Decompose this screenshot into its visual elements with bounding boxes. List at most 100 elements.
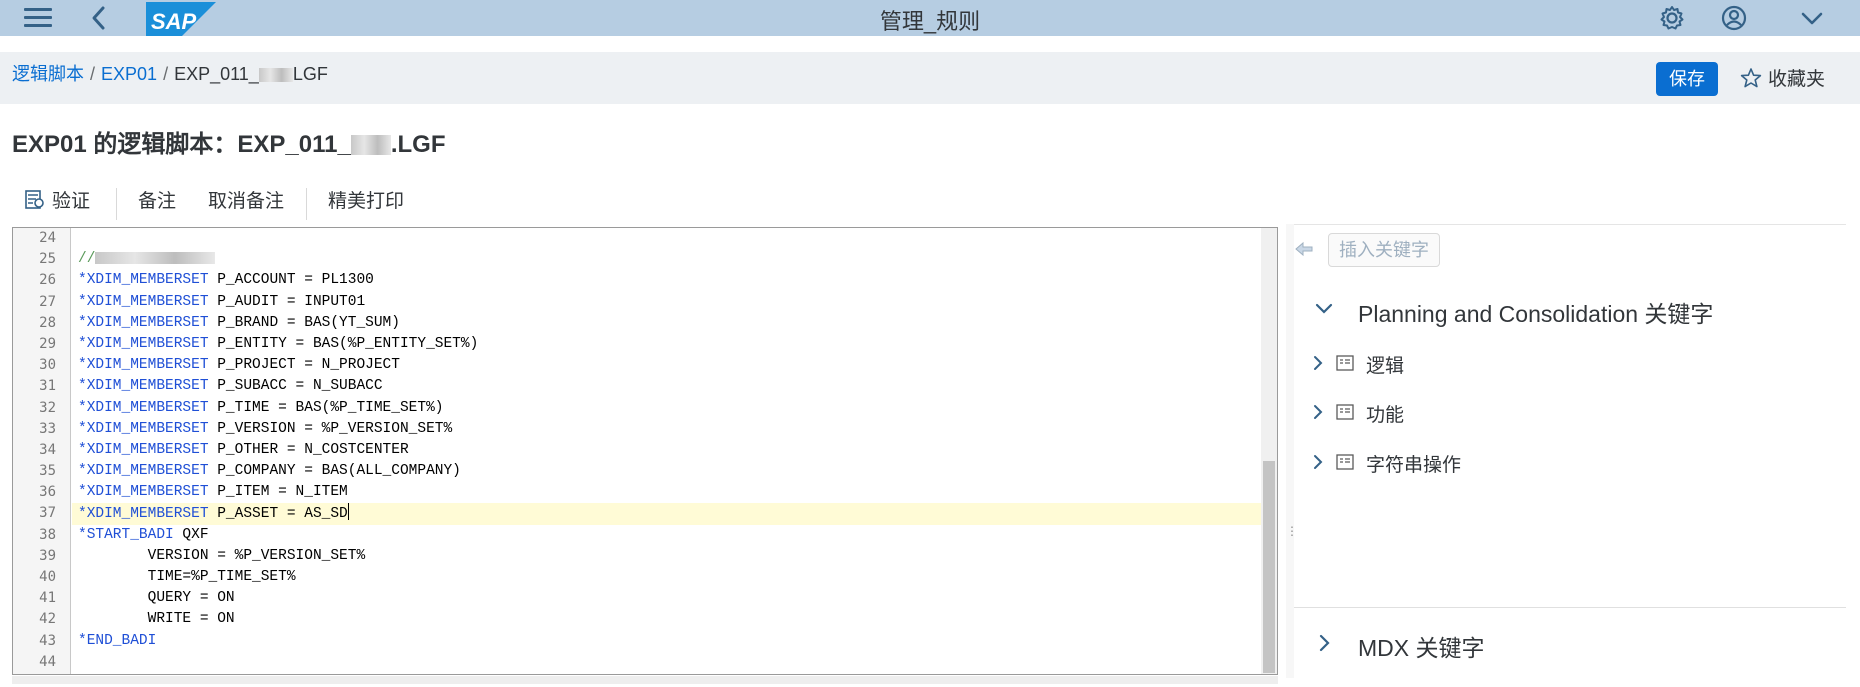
code-line[interactable]: *XDIM_MEMBERSET P_TIME = BAS(%P_TIME_SET…: [72, 398, 1261, 419]
code-text: P_VERSION = %P_VERSION_SET%: [208, 420, 453, 437]
code-keyword: *XDIM_MEMBERSET: [78, 506, 209, 523]
code-line[interactable]: *XDIM_MEMBERSET P_VERSION = %P_VERSION_S…: [72, 419, 1261, 440]
code-keyword: *XDIM_MEMBERSET: [78, 463, 209, 480]
breadcrumb-item-logic-scripts[interactable]: 逻辑脚本: [12, 64, 84, 84]
line-number: 30: [39, 357, 56, 374]
back-icon[interactable]: [88, 4, 110, 32]
line-number: 26: [39, 272, 56, 289]
code-line[interactable]: //: [72, 249, 1261, 270]
code-line[interactable]: *XDIM_MEMBERSET P_AUDIT = INPUT01: [72, 292, 1261, 313]
settings-icon[interactable]: [1658, 4, 1686, 32]
line-number: 42: [39, 611, 56, 628]
pretty-print-button[interactable]: 精美打印: [328, 186, 404, 213]
code-line[interactable]: *XDIM_MEMBERSET P_OTHER = N_COSTCENTER: [72, 440, 1261, 461]
code-line[interactable]: VERSION = %P_VERSION_SET%: [72, 546, 1261, 567]
horizontal-resize-handle[interactable]: [12, 676, 1278, 684]
validate-label: 验证: [52, 191, 91, 212]
line-number: 36: [39, 484, 56, 501]
code-text: WRITE = ON: [78, 611, 235, 628]
insert-keyword-button[interactable]: 插入关键字: [1328, 233, 1440, 267]
chevron-right-icon: [1314, 405, 1323, 419]
section-title: MDX 关键字: [1358, 635, 1485, 661]
tree-node-logic[interactable]: 逻辑: [1294, 347, 1846, 381]
toolbar-divider: [306, 188, 307, 220]
folder-icon: [1336, 454, 1354, 470]
code-text: P_TIME = BAS(%P_TIME_SET%): [208, 399, 444, 416]
code-area[interactable]: //*XDIM_MEMBERSET P_ACCOUNT = PL1300 *XDI…: [72, 228, 1261, 673]
section-mdx-keywords[interactable]: MDX 关键字: [1294, 621, 1846, 665]
line-number: 31: [39, 378, 56, 395]
code-line[interactable]: QUERY = ON: [72, 588, 1261, 609]
code-line[interactable]: *XDIM_MEMBERSET P_BRAND = BAS(YT_SUM): [72, 313, 1261, 334]
code-line[interactable]: [72, 228, 1261, 249]
code-text: P_ASSET = AS_SD: [208, 506, 348, 523]
line-number: 40: [39, 569, 56, 585]
code-line[interactable]: *XDIM_MEMBERSET P_COMPANY = BAS(ALL_COMP…: [72, 461, 1261, 482]
code-line[interactable]: *XDIM_MEMBERSET P_ACCOUNT = PL1300: [72, 270, 1261, 291]
star-icon: [1740, 68, 1762, 88]
panel-splitter[interactable]: [1286, 224, 1298, 678]
code-line[interactable]: WRITE = ON: [72, 609, 1261, 630]
code-keyword: *XDIM_MEMBERSET: [78, 484, 209, 501]
page-title: EXP01 的逻辑脚本：EXP_011_ .LGF: [12, 131, 446, 158]
chevron-down-icon[interactable]: [1798, 4, 1826, 32]
keywords-panel: 插入关键字 Planning and Consolidation 关键字 逻辑 …: [1294, 224, 1846, 687]
app-title: 管理_规则: [879, 9, 981, 34]
code-keyword: *END_BADI: [78, 632, 157, 649]
section-divider: [1294, 607, 1846, 608]
chevron-right-icon: [1314, 455, 1323, 469]
line-number: 29: [39, 335, 56, 352]
validate-button[interactable]: 验证: [24, 186, 90, 213]
code-keyword: *XDIM_MEMBERSET: [78, 420, 209, 437]
code-text: VERSION = %P_VERSION_SET%: [78, 547, 366, 564]
page-header-bar: 逻辑脚本 / EXP01/EXP_011_ LGF 保存 收藏夹: [0, 52, 1860, 104]
tree-node-functions[interactable]: 功能: [1294, 396, 1846, 430]
save-button[interactable]: 保存: [1656, 62, 1718, 96]
redacted-text: [95, 252, 216, 265]
tree-node-label: 字符串操作: [1366, 455, 1462, 476]
chevron-right-icon: [1319, 634, 1330, 652]
sap-logo: SAP: [146, 2, 216, 36]
line-number: 35: [39, 463, 56, 480]
code-line[interactable]: *XDIM_MEMBERSET P_PROJECT = N_PROJECT: [72, 355, 1261, 376]
section-title: Planning and Consolidation 关键字: [1358, 301, 1714, 327]
menu-icon[interactable]: [24, 8, 52, 28]
code-comment: //: [78, 251, 96, 268]
tree-node-label: 逻辑: [1366, 356, 1405, 377]
section-pc-keywords[interactable]: Planning and Consolidation 关键字: [1294, 287, 1846, 331]
line-number-gutter: 24 25 26 27 28 29 30 31 32 33 34 35 36 37 38 39 40 41 42 43…: [13, 228, 71, 674]
breadcrumb-current: EXP_011_ LGF: [174, 64, 328, 84]
scrollbar-thumb[interactable]: [1263, 461, 1275, 673]
uncomment-button[interactable]: 取消备注: [208, 186, 284, 213]
code-line[interactable]: *XDIM_MEMBERSET P_ENTITY = BAS(%P_ENTITY…: [72, 334, 1261, 355]
validate-icon: [25, 190, 44, 209]
user-icon[interactable]: [1720, 4, 1748, 32]
code-keyword: *START_BADI: [78, 526, 174, 543]
line-number: 39: [39, 547, 56, 564]
code-line[interactable]: *END_BADI: [72, 631, 1261, 652]
svg-text:SAP: SAP: [151, 9, 197, 34]
chevron-right-icon: [1314, 356, 1323, 370]
favorites-button[interactable]: 收藏夹: [1740, 64, 1825, 94]
code-text: P_AUDIT = INPUT01: [208, 293, 366, 310]
code-line[interactable]: *XDIM_MEMBERSET P_SUBACC = N_SUBACC: [72, 376, 1261, 397]
breadcrumb-item-exp01[interactable]: EXP01: [101, 64, 157, 84]
code-line[interactable]: *START_BADI QXF: [72, 525, 1261, 546]
vertical-scrollbar[interactable]: [1261, 228, 1277, 674]
code-text: QUERY = ON: [78, 590, 235, 607]
code-text: P_ENTITY = BAS(%P_ENTITY_SET%): [208, 335, 479, 352]
comment-button[interactable]: 备注: [138, 186, 176, 213]
code-editor[interactable]: 24 25 26 27 28 29 30 31 32 33 34 35 36 37 38 39 40 41 42 43…: [12, 227, 1278, 675]
line-number: 44: [39, 653, 56, 670]
favorites-label: 收藏夹: [1768, 69, 1826, 90]
code-line[interactable]: TIME=%P_TIME_SET%: [72, 567, 1261, 588]
code-text: P_OTHER = N_COSTCENTER: [208, 441, 409, 458]
chevron-down-icon: [1315, 303, 1333, 314]
insert-arrow-icon: [1295, 241, 1313, 257]
code-line[interactable]: [72, 652, 1261, 673]
code-text: P_BRAND = BAS(YT_SUM): [208, 314, 400, 331]
code-line-active[interactable]: *XDIM_MEMBERSET P_ASSET = AS_SD: [72, 503, 1261, 525]
line-number: 34: [39, 441, 56, 458]
tree-node-string-ops[interactable]: 字符串操作: [1294, 446, 1846, 480]
code-line[interactable]: *XDIM_MEMBERSET P_ITEM = N_ITEM: [72, 482, 1261, 503]
